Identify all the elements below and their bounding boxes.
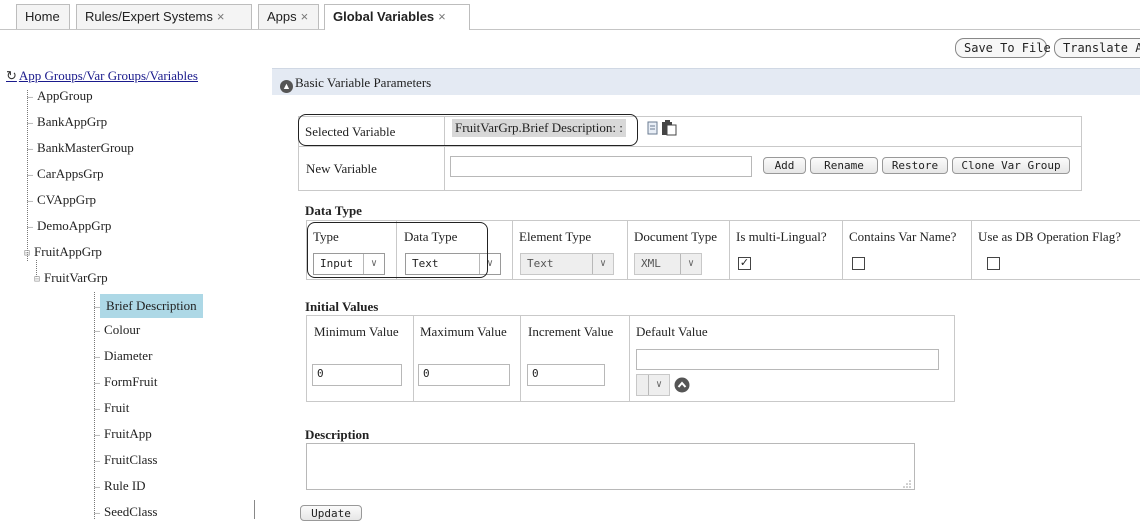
resize-grip-icon[interactable] xyxy=(903,479,912,488)
chevron-up-icon[interactable]: ▲ xyxy=(280,80,293,93)
initial-values-section-title: Initial Values xyxy=(305,299,379,314)
tab-global-variables-label: Global Variables xyxy=(333,9,435,24)
tree-item-appgroup[interactable]: — AppGroup xyxy=(27,86,97,106)
tab-bar-divider xyxy=(0,29,1140,30)
selected-variable-callout xyxy=(298,114,638,146)
document-type-select-value: XML xyxy=(641,257,661,270)
contains-var-name-header: Contains Var Name? xyxy=(849,229,957,244)
tree-item-demoappgrp[interactable]: — DemoAppGrp xyxy=(27,216,115,236)
tab-home[interactable]: Home xyxy=(16,4,70,29)
tab-apps-label: Apps xyxy=(267,9,297,24)
divider xyxy=(627,220,628,280)
description-textarea[interactable] xyxy=(306,443,915,490)
data-type-section-title: Data Type xyxy=(305,203,362,218)
tree-item-fruitapp[interactable]: — FruitApp xyxy=(94,424,156,444)
close-icon[interactable]: × xyxy=(301,9,309,24)
divider xyxy=(298,146,1082,147)
new-variable-label: New Variable xyxy=(306,161,377,176)
tree-item-carappsgrp[interactable]: — CarAppsGrp xyxy=(27,164,107,184)
tree-item-fruit[interactable]: — Fruit xyxy=(94,398,133,418)
rename-button[interactable]: Rename xyxy=(810,157,878,174)
default-value-select: ∨ xyxy=(636,374,670,396)
default-value-label: Default Value xyxy=(636,324,708,339)
tree-item-cvappgrp[interactable]: — CVAppGrp xyxy=(27,190,100,210)
tree-item-formfruit[interactable]: — FormFruit xyxy=(94,372,162,392)
divider xyxy=(520,315,521,402)
element-type-select-value: Text xyxy=(527,257,554,270)
minimum-value-input[interactable]: 0 xyxy=(312,364,402,386)
divider xyxy=(842,220,843,280)
db-operation-flag-header: Use as DB Operation Flag? xyxy=(978,229,1121,244)
minimum-value-label: Minimum Value xyxy=(314,324,399,339)
tree-item-bankmastergroup[interactable]: — BankMasterGroup xyxy=(27,138,138,158)
tree-item-diameter[interactable]: — Diameter xyxy=(94,346,156,366)
element-type-header: Element Type xyxy=(519,229,592,244)
multi-lingual-checkbox[interactable]: ✓ xyxy=(738,257,751,270)
chevron-up-icon[interactable] xyxy=(674,377,690,393)
tab-apps[interactable]: Apps × xyxy=(258,4,319,29)
type-datatype-callout xyxy=(307,222,488,278)
tree-item-seedclass[interactable]: — SeedClass xyxy=(94,502,161,522)
tree-root-label: App Groups/Var Groups/Variables xyxy=(18,68,198,83)
new-variable-input[interactable] xyxy=(450,156,752,177)
tree-item-rule-id[interactable]: — Rule ID xyxy=(94,476,150,496)
increment-value-label: Increment Value xyxy=(528,324,614,339)
tree-item-brief-description[interactable]: — Brief Description xyxy=(94,294,203,318)
description-section-title: Description xyxy=(305,427,370,442)
tree-item-bankappgrp[interactable]: — BankAppGrp xyxy=(27,112,111,132)
tab-rules-label: Rules/Expert Systems xyxy=(85,9,213,24)
contains-var-name-checkbox[interactable] xyxy=(852,257,865,270)
panel-title: Basic Variable Parameters xyxy=(295,75,432,90)
panel-splitter[interactable] xyxy=(254,500,255,519)
tab-global-variables[interactable]: Global Variables × xyxy=(324,4,470,30)
variable-tree: ↻ App Groups/Var Groups/Variables — AppGro… xyxy=(0,66,258,519)
tab-rules-expert-systems[interactable]: Rules/Expert Systems × xyxy=(76,4,252,29)
divider xyxy=(729,220,730,280)
divider xyxy=(629,315,630,402)
divider xyxy=(971,220,972,280)
maximum-value-label: Maximum Value xyxy=(420,324,507,339)
save-to-file-button[interactable]: Save To File xyxy=(955,38,1051,58)
multi-lingual-header: Is multi-Lingual? xyxy=(736,229,827,244)
refresh-icon[interactable]: ↻ xyxy=(6,68,17,83)
close-icon[interactable]: × xyxy=(438,9,446,24)
increment-value-input[interactable]: 0 xyxy=(527,364,605,386)
tree-root[interactable]: ↻ App Groups/Var Groups/Variables xyxy=(6,68,198,84)
translate-all-button[interactable]: Translate All xyxy=(1054,38,1140,58)
tree-item-fruitclass[interactable]: — FruitClass xyxy=(94,450,162,470)
close-icon[interactable]: × xyxy=(217,9,225,24)
clone-var-group-button[interactable]: Clone Var Group xyxy=(952,157,1070,174)
tree-item-fruitvargrp[interactable]: ⊟ FruitVarGrp xyxy=(34,268,112,288)
default-value-input[interactable] xyxy=(636,349,939,370)
add-button[interactable]: Add xyxy=(763,157,806,174)
maximum-value-input[interactable]: 0 xyxy=(418,364,510,386)
restore-button[interactable]: Restore xyxy=(882,157,948,174)
element-type-select: Text ∨ xyxy=(520,253,614,275)
divider xyxy=(512,220,513,280)
chevron-down-icon: ∨ xyxy=(648,375,669,395)
db-operation-flag-checkbox[interactable] xyxy=(987,257,1000,270)
tab-bar: Home Rules/Expert Systems × Apps × Global … xyxy=(0,0,1140,30)
panel-header[interactable]: ▲ Basic Variable Parameters xyxy=(272,68,1140,95)
chevron-down-icon: ∨ xyxy=(680,254,701,274)
document-type-header: Document Type xyxy=(634,229,717,244)
document-type-select: XML ∨ xyxy=(634,253,702,275)
document-icon[interactable] xyxy=(647,121,659,135)
tree-item-colour[interactable]: — Colour xyxy=(94,320,144,340)
tab-home-label: Home xyxy=(25,9,60,24)
paste-icon[interactable] xyxy=(661,119,677,136)
tree-item-fruitappgrp[interactable]: ⊟ FruitAppGrp xyxy=(24,242,106,262)
divider xyxy=(413,315,414,402)
chevron-down-icon: ∨ xyxy=(592,254,613,274)
